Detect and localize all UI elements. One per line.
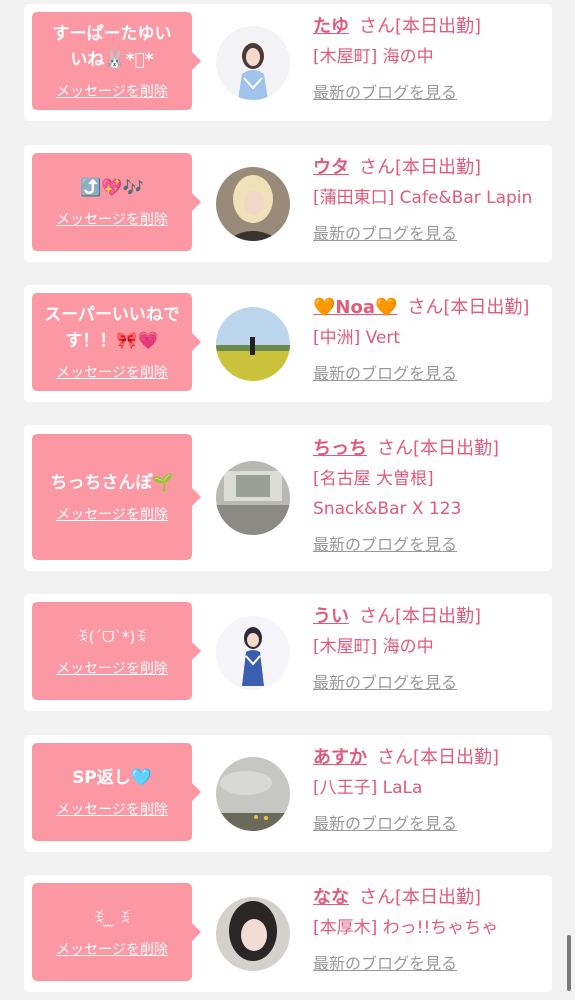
shop-area: [蒲田東口] Cafe&Bar Lapin [313, 188, 533, 208]
message-card: ⤴️💖🎶 メッセージを削除 ウタ さん[本日出勤] [蒲田東口] Cafe&Bar… [24, 145, 552, 262]
cast-info: なな さん[本日出勤] [本厚木] わっ!!ちゃちゃ 最新のブログを見る [313, 883, 546, 979]
message-text: ꉂ ̫ ̫ ꉂ [93, 909, 131, 927]
cast-name-link[interactable]: 🧡Noa🧡 [313, 297, 397, 318]
message-text: すーぱーたゆいいね🐰*ﾟ* [52, 24, 172, 70]
empty-room-photo-icon [216, 461, 290, 535]
message-card: ꉂ ̫ ̫ ꉂ メッセージを削除 なな さん[本日出勤] [本厚木] わっ!!ちゃ… [24, 875, 552, 992]
latest-blog-link[interactable]: 最新のブログを見る [313, 949, 546, 979]
cast-name-link[interactable]: ウタ [313, 157, 349, 178]
message-bubble: ꉂ(ˊᗜˋ*)ꉂ メッセージを削除 [32, 602, 201, 700]
cast-name-link[interactable]: ちっち [313, 438, 367, 459]
message-bubble: ꉂ ̫ ̫ ꉂ メッセージを削除 [32, 883, 201, 981]
honorific: さん [359, 16, 395, 37]
latest-blog-link[interactable]: 最新のブログを見る [313, 219, 546, 249]
avatar[interactable] [216, 461, 290, 535]
message-card: ꉂ(ˊᗜˋ*)ꉂ メッセージを削除 うい さん[本日出勤] [木屋町] 海の中 最… [24, 594, 552, 711]
message-bubble: ⤴️💖🎶 メッセージを削除 [32, 153, 201, 251]
avatar[interactable] [216, 26, 290, 100]
cast-name-link[interactable]: あすか [313, 747, 367, 768]
message-bubble: すーぱーたゆいいね🐰*ﾟ* メッセージを削除 [32, 12, 201, 110]
honorific: さん [377, 747, 413, 768]
cast-info: ウタ さん[本日出勤] [蒲田東口] Cafe&Bar Lapin 最新のブログを… [313, 153, 546, 249]
scrollbar[interactable] [567, 935, 571, 991]
status-badge: [本日出勤] [413, 438, 500, 459]
message-card: すーぱーたゆいいね🐰*ﾟ* メッセージを削除 たゆ さん[本日出勤] [木屋町] … [24, 4, 552, 121]
delete-message-link[interactable]: メッセージを削除 [56, 799, 168, 819]
honorific: さん [377, 438, 413, 459]
shop-area: [本厚木] わっ!!ちゃちゃ [313, 918, 499, 938]
message-card: ちっちさんぽ🌱 メッセージを削除 ちっち さん[本日出勤] [名古屋 大曽根] S… [24, 425, 552, 571]
avatar[interactable] [216, 307, 290, 381]
avatar[interactable] [216, 757, 290, 831]
avatar[interactable] [216, 616, 290, 690]
status-badge: [本日出勤] [395, 606, 482, 627]
status-badge: [本日出勤] [395, 887, 482, 908]
message-text: ꉂ(ˊᗜˋ*)ꉂ [76, 628, 148, 646]
latest-blog-link[interactable]: 最新のブログを見る [313, 359, 546, 389]
status-badge: [本日出勤] [395, 157, 482, 178]
status-badge: [本日出勤] [443, 297, 530, 318]
latest-blog-link[interactable]: 最新のブログを見る [313, 78, 546, 108]
honorific: さん [359, 606, 395, 627]
selfie-girl-photo-icon [216, 897, 290, 971]
latest-blog-link[interactable]: 最新のブログを見る [313, 809, 546, 839]
shop-area: [中洲] Vert [313, 328, 401, 348]
delete-message-link[interactable]: メッセージを削除 [56, 939, 168, 959]
girl-photo-icon [216, 26, 290, 100]
message-card: スーパーいいねです！！🎀💗 メッセージを削除 🧡Noa🧡 さん[本日出勤] [中洲… [24, 285, 552, 402]
delete-message-link[interactable]: メッセージを削除 [56, 362, 168, 382]
message-text: ⤴️💖🎶 [80, 178, 144, 198]
avatar[interactable] [216, 897, 290, 971]
cast-info: うい さん[本日出勤] [木屋町] 海の中 最新のブログを見る [313, 602, 546, 698]
delete-message-link[interactable]: メッセージを削除 [56, 504, 168, 524]
message-bubble: スーパーいいねです！！🎀💗 メッセージを削除 [32, 293, 201, 391]
honorific: さん [407, 297, 444, 318]
honorific: さん [359, 887, 395, 908]
blonde-girl-photo-icon [216, 167, 290, 241]
latest-blog-link[interactable]: 最新のブログを見る [313, 668, 546, 698]
cloudy-sky-photo-icon [216, 757, 290, 831]
cast-info: ちっち さん[本日出勤] [名古屋 大曽根] Snack&Bar X 123 最新… [313, 434, 546, 560]
avatar[interactable] [216, 167, 290, 241]
cast-name-link[interactable]: たゆ [313, 16, 349, 37]
cast-info: あすか さん[本日出勤] [八王子] LaLa 最新のブログを見る [313, 743, 546, 839]
message-text: ちっちさんぽ🌱 [50, 473, 174, 493]
shop-area: [名古屋 大曽根] Snack&Bar X 123 [313, 469, 462, 519]
delete-message-link[interactable]: メッセージを削除 [56, 209, 168, 229]
cast-info: たゆ さん[本日出勤] [木屋町] 海の中 最新のブログを見る [313, 12, 546, 108]
cast-info: 🧡Noa🧡 さん[本日出勤] [中洲] Vert 最新のブログを見る [313, 293, 546, 389]
shop-area: [木屋町] 海の中 [313, 637, 434, 657]
idol-girl-photo-icon [216, 616, 290, 690]
message-bubble: ちっちさんぽ🌱 メッセージを削除 [32, 434, 201, 560]
cast-name-link[interactable]: うい [313, 606, 349, 627]
status-badge: [本日出勤] [413, 747, 500, 768]
delete-message-link[interactable]: メッセージを削除 [56, 81, 168, 101]
flower-field-photo-icon [216, 307, 290, 381]
status-badge: [本日出勤] [395, 16, 482, 37]
shop-area: [木屋町] 海の中 [313, 47, 434, 67]
message-text: スーパーいいねです！！🎀💗 [44, 305, 180, 351]
message-card: SP返し🩵 メッセージを削除 あすか さん[本日出勤] [八王子] LaLa 最新… [24, 735, 552, 852]
honorific: さん [359, 157, 395, 178]
latest-blog-link[interactable]: 最新のブログを見る [313, 530, 546, 560]
cast-name-link[interactable]: なな [313, 887, 349, 908]
message-text: SP返し🩵 [72, 768, 152, 788]
delete-message-link[interactable]: メッセージを削除 [56, 658, 168, 678]
message-bubble: SP返し🩵 メッセージを削除 [32, 743, 201, 841]
shop-area: [八王子] LaLa [313, 778, 423, 798]
